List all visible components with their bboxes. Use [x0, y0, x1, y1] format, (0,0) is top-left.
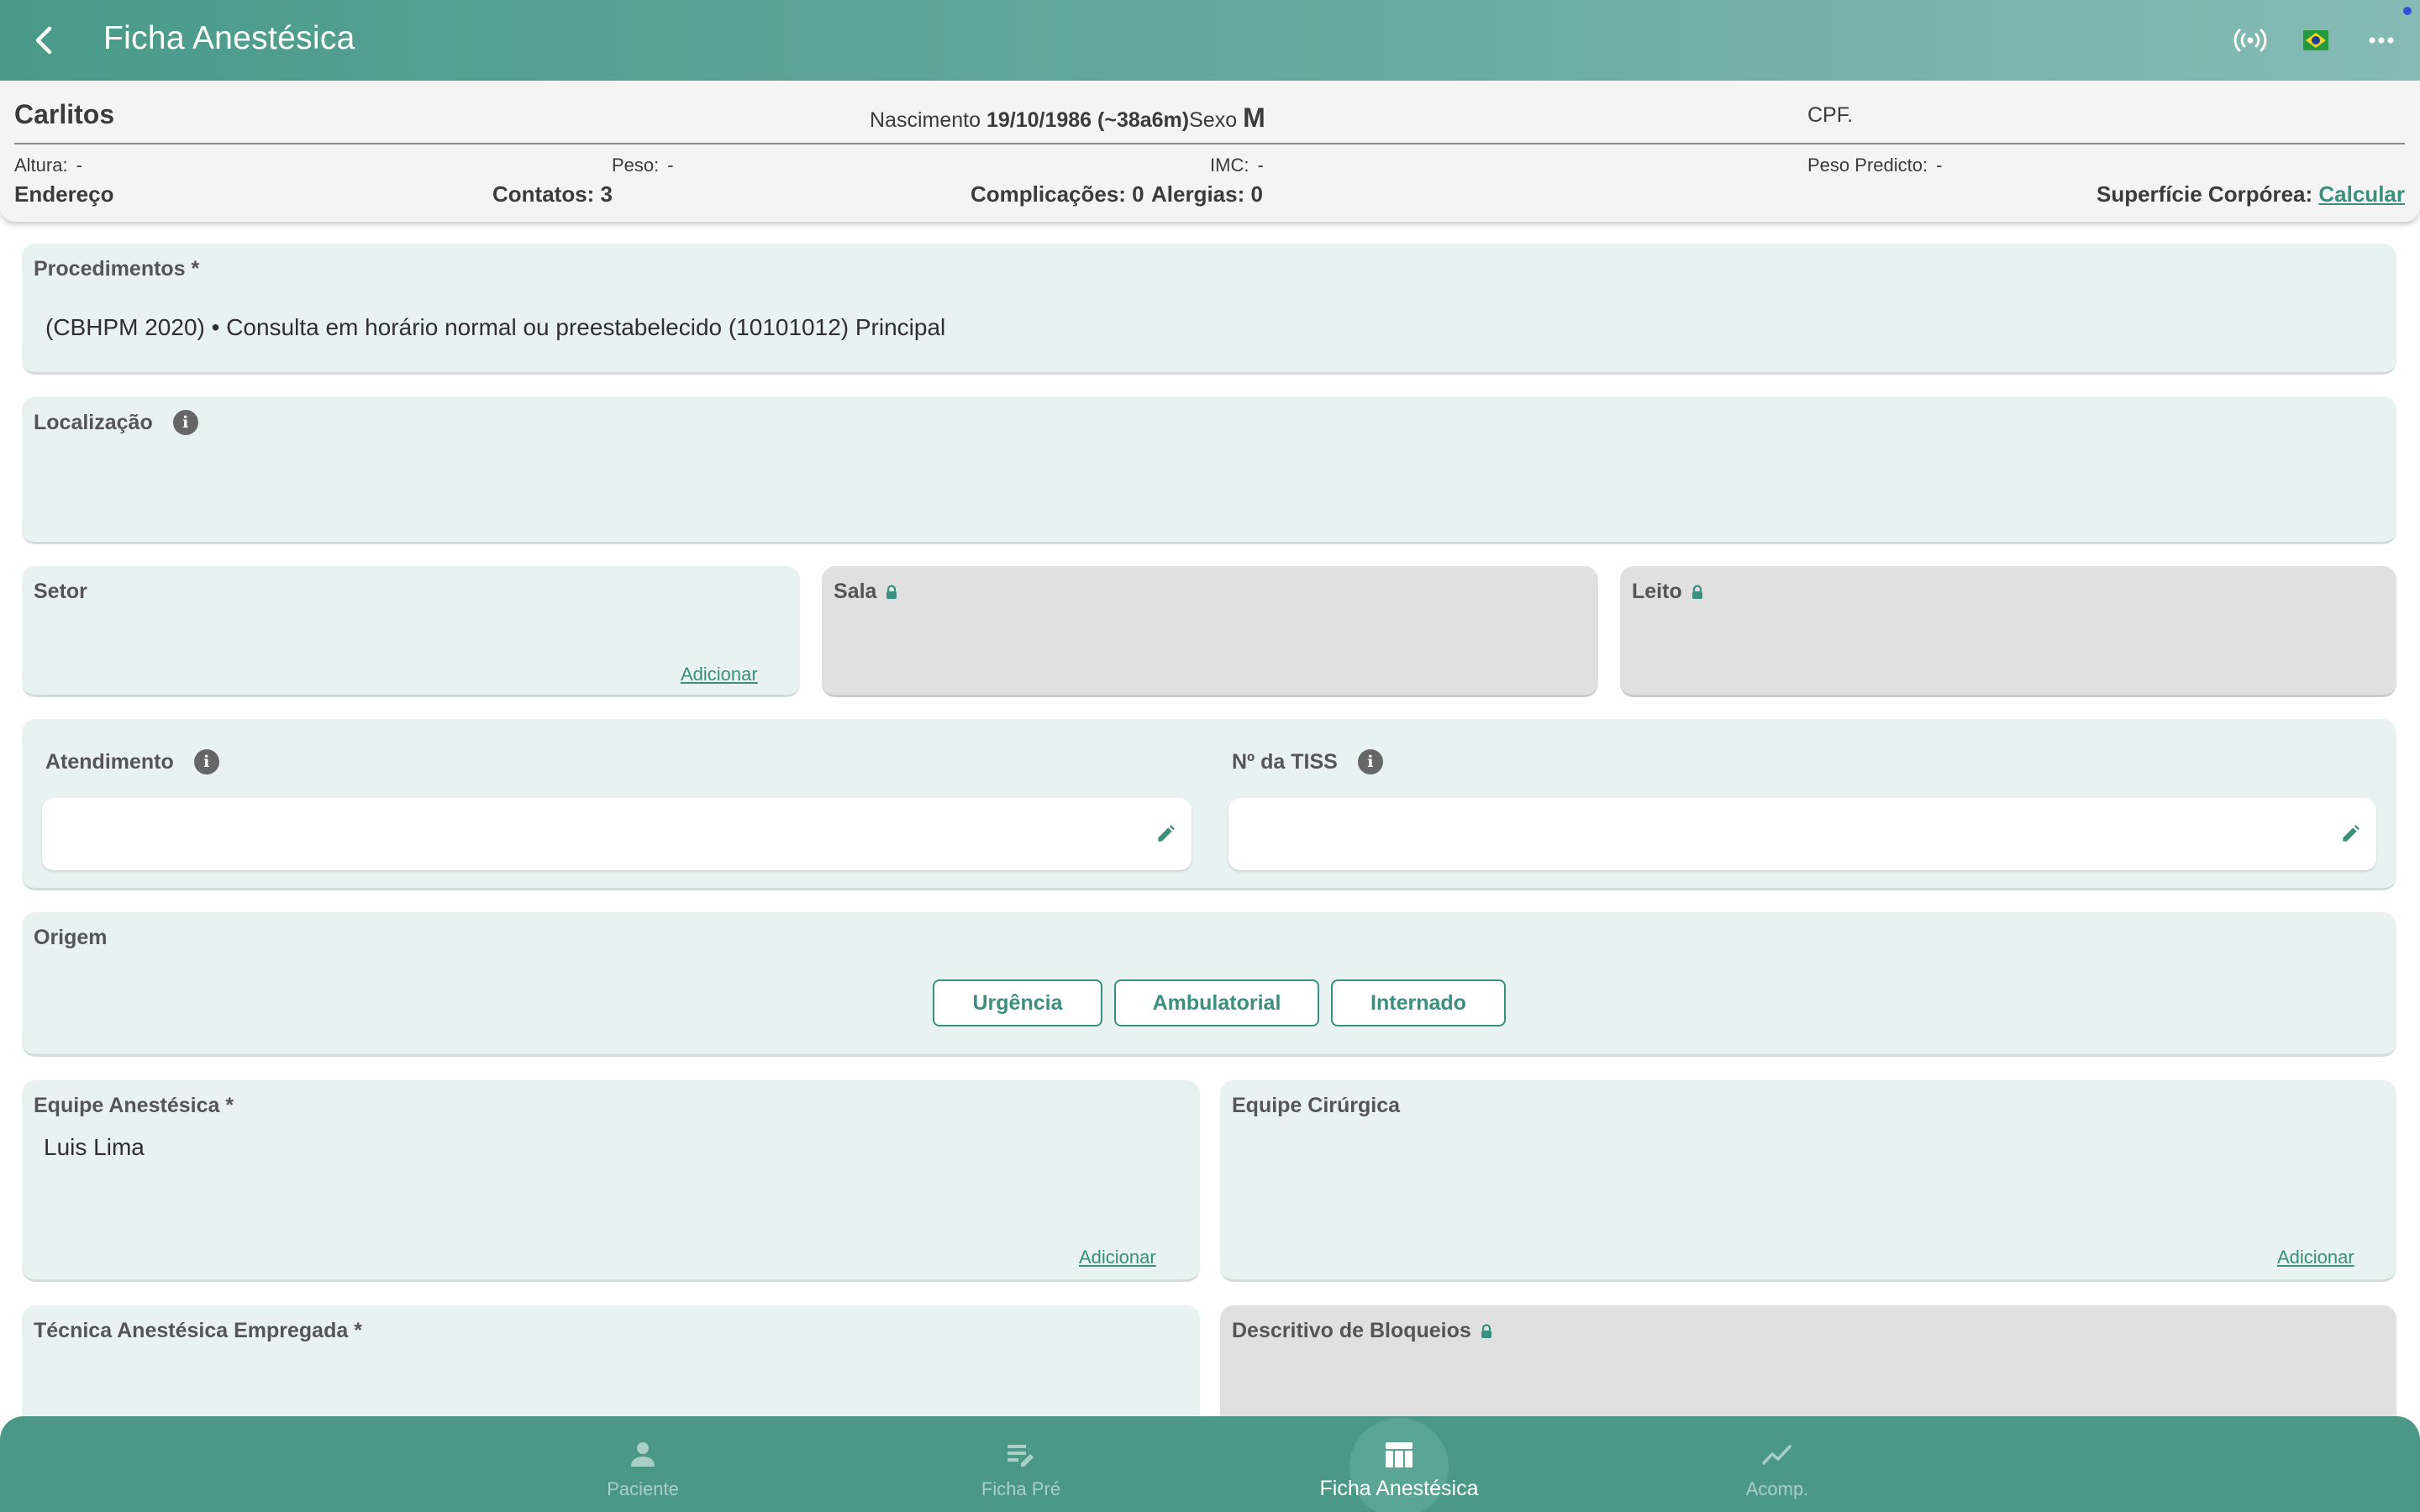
sex-value: M	[1243, 102, 1265, 133]
predicted-weight-label: Peso Predicto:	[1807, 155, 1928, 176]
nav-label-ficha-anestesica: Ficha Anestésica	[1319, 1477, 1479, 1500]
origin-label: Origem	[34, 926, 108, 949]
table-icon	[1386, 1442, 1413, 1467]
calculate-link[interactable]: Calcular	[2318, 181, 2405, 207]
origin-card: Origem Urgência Ambulatorial Internado	[22, 912, 2396, 1057]
nav-label-paciente: Paciente	[607, 1478, 679, 1499]
lock-icon	[886, 584, 897, 599]
room-label-row: Sala	[834, 580, 898, 604]
height-label: Altura:	[14, 155, 68, 176]
page-title: Ficha Anestésica	[103, 20, 355, 56]
trend-icon	[1762, 1445, 1791, 1465]
height-value: -	[76, 155, 82, 176]
nav-item-acomp[interactable]: Acomp.	[1676, 1416, 1878, 1512]
nav-item-ficha-pre[interactable]: Ficha Pré	[920, 1416, 1122, 1512]
lock-icon	[1481, 1323, 1491, 1338]
sector-card[interactable]: Setor Adicionar	[22, 566, 800, 697]
blocks-label: Descritivo de Bloqueios	[1232, 1319, 1471, 1342]
back-arrow-icon[interactable]	[22, 18, 66, 62]
sector-add-link[interactable]: Adicionar	[681, 664, 758, 685]
anesthetic-team-add-link[interactable]: Adicionar	[1079, 1247, 1156, 1268]
bmi-label: IMC:	[1210, 155, 1249, 176]
service-label-row: Atendimento i	[45, 749, 219, 774]
bed-label-row: Leito	[1632, 580, 1704, 604]
bmi-value: -	[1257, 155, 1264, 176]
weight-metric: Peso: -	[612, 155, 674, 176]
info-icon[interactable]: i	[172, 410, 198, 435]
nav-item-ficha-anestesica[interactable]: Ficha Anestésica	[1298, 1416, 1500, 1512]
anesthetic-team-card[interactable]: Equipe Anestésica * Luis Lima Adicionar	[22, 1080, 1200, 1282]
technique-label: Técnica Anestésica Empregada *	[34, 1319, 362, 1342]
sector-label: Setor	[34, 580, 87, 603]
anesthetic-team-label: Equipe Anestésica *	[34, 1094, 234, 1117]
surgical-team-add-link[interactable]: Adicionar	[2277, 1247, 2354, 1268]
origin-ambulatory-button[interactable]: Ambulatorial	[1114, 979, 1319, 1026]
origin-options: Urgência Ambulatorial Internado	[933, 979, 1506, 1026]
pencil-icon[interactable]	[1155, 823, 1176, 845]
room-label: Sala	[834, 580, 877, 603]
bed-label: Leito	[1632, 580, 1682, 603]
team-member[interactable]: Luis Lima	[44, 1134, 145, 1161]
bottom-nav: Paciente Ficha Pré Ficha Anestésica Acom…	[0, 1416, 2420, 1512]
app-bar-actions	[2228, 18, 2403, 62]
room-card: Sala	[822, 566, 1598, 697]
surgical-team-label: Equipe Cirúrgica	[1232, 1094, 1401, 1117]
pencil-icon[interactable]	[2339, 823, 2361, 845]
complications-link[interactable]: Complicações: 0	[971, 181, 1144, 207]
bed-card: Leito	[1620, 566, 2396, 697]
surgical-team-card[interactable]: Equipe Cirúrgica Adicionar	[1220, 1080, 2396, 1282]
app-bar: Ficha Anestésica	[0, 0, 2420, 81]
tiss-label: Nº da TISS	[1232, 749, 1338, 774]
address-link[interactable]: Endereço	[14, 181, 114, 207]
info-icon[interactable]: i	[1357, 749, 1383, 774]
patient-name: Carlitos	[14, 99, 115, 129]
edit-notes-icon	[1007, 1445, 1034, 1467]
bmi-metric: IMC: -	[1210, 155, 1264, 176]
service-input[interactable]	[42, 798, 1192, 870]
nav-label-ficha-pre: Ficha Pré	[981, 1478, 1061, 1499]
header-divider	[14, 143, 2405, 144]
birth-value: 19/10/1986 (~38a6m)	[986, 108, 1190, 132]
service-tiss-card: Atendimento i Nº da TISS i	[22, 719, 2396, 890]
patient-header: Carlitos Nascimento 19/10/1986 (~38a6m)S…	[0, 81, 2420, 222]
cpf-label: CPF.	[1807, 103, 1854, 127]
origin-urgency-button[interactable]: Urgência	[933, 979, 1102, 1026]
predicted-weight-metric: Peso Predicto: -	[1807, 155, 1942, 176]
procedures-card[interactable]: Procedimentos * (CBHPM 2020) • Consulta …	[22, 244, 2396, 375]
body-surface-label: Superfície Corpórea:	[2096, 181, 2313, 207]
blocks-label-row: Descritivo de Bloqueios	[1232, 1319, 1493, 1343]
allergies-link[interactable]: Alergias: 0	[1151, 181, 1263, 207]
location-card[interactable]: Localização i	[22, 396, 2396, 544]
lock-icon	[1691, 584, 1702, 599]
more-icon[interactable]	[2360, 18, 2403, 62]
nav-label-acomp: Acomp.	[1745, 1478, 1809, 1499]
sex-label: Sexo	[1189, 108, 1238, 132]
brazil-flag-icon[interactable]	[2294, 18, 2338, 62]
tiss-label-row: Nº da TISS i	[1232, 749, 1383, 774]
info-icon[interactable]: i	[193, 749, 219, 774]
contacts-link[interactable]: Contatos: 3	[492, 181, 613, 207]
birth-label: Nascimento	[870, 108, 981, 132]
body-surface: Superfície Corpórea: Calcular	[2096, 181, 2405, 207]
procedures-label: Procedimentos *	[34, 257, 200, 281]
origin-inpatient-button[interactable]: Internado	[1331, 979, 1506, 1026]
weight-label: Peso:	[612, 155, 660, 176]
service-label: Atendimento	[45, 749, 174, 774]
location-label: Localização	[34, 410, 153, 434]
tiss-input[interactable]	[1228, 798, 2376, 870]
nav-item-paciente[interactable]: Paciente	[542, 1416, 744, 1512]
broadcast-icon[interactable]	[2228, 18, 2272, 62]
predicted-weight-value: -	[1936, 155, 1943, 176]
weight-value: -	[667, 155, 674, 176]
patient-birth: Nascimento 19/10/1986 (~38a6m)Sexo M	[870, 102, 1265, 134]
location-label-row: Localização i	[34, 410, 198, 435]
height-metric: Altura: -	[14, 155, 82, 176]
procedure-item[interactable]: (CBHPM 2020) • Consulta em horário norma…	[45, 314, 945, 341]
person-icon	[631, 1442, 655, 1467]
notification-dot	[2403, 7, 2412, 15]
